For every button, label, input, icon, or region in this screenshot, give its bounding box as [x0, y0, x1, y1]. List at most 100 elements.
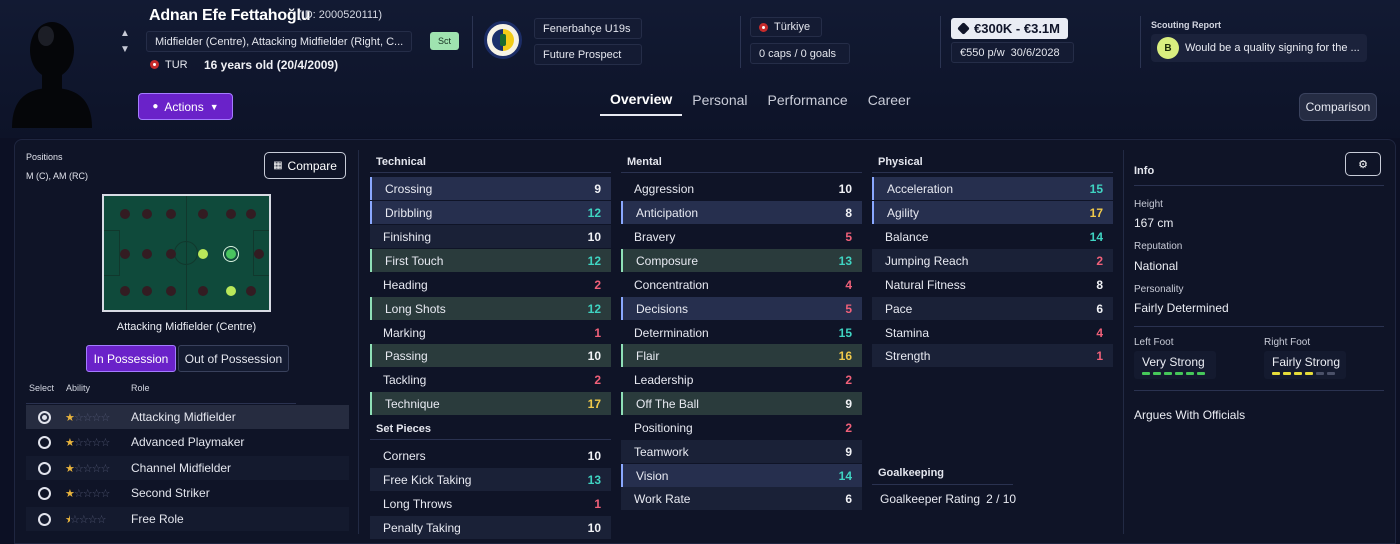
- attribute-name: Composure: [636, 253, 699, 268]
- divider: [358, 150, 359, 534]
- out-of-possession-toggle[interactable]: Out of Possession: [178, 345, 289, 372]
- scouting-report[interactable]: B Would be a quality signing for the ...: [1151, 34, 1367, 62]
- role-radio[interactable]: [38, 461, 51, 475]
- attribute-free-kick-taking[interactable]: Free Kick Taking 13: [370, 468, 611, 491]
- previous-player-chevron-up-icon[interactable]: ▲: [120, 28, 130, 39]
- attribute-crossing[interactable]: Crossing 9: [370, 177, 611, 200]
- attribute-decisions[interactable]: Decisions 5: [621, 297, 862, 320]
- attribute-value: 10: [587, 348, 601, 363]
- divider: [740, 16, 741, 68]
- position-dot-natural[interactable]: [198, 249, 208, 259]
- attribute-jumping-reach[interactable]: Jumping Reach 2: [872, 249, 1113, 272]
- attribute-technique[interactable]: Technique 17: [370, 392, 611, 415]
- position-dot[interactable]: [198, 286, 208, 296]
- position-dot[interactable]: [226, 209, 236, 219]
- role-radio[interactable]: [38, 435, 51, 449]
- attribute-agility[interactable]: Agility 17: [872, 201, 1113, 224]
- club-name[interactable]: Fenerbahçe U19s: [534, 18, 642, 39]
- attribute-flair[interactable]: Flair 16: [621, 344, 862, 367]
- in-possession-toggle[interactable]: In Possession: [86, 345, 176, 372]
- attribute-aggression[interactable]: Aggression 10: [621, 177, 862, 200]
- attribute-natural-fitness[interactable]: Natural Fitness 8: [872, 273, 1113, 296]
- attribute-passing[interactable]: Passing 10: [370, 344, 611, 367]
- role-row[interactable]: ★☆☆☆☆ Advanced Playmaker: [26, 430, 349, 454]
- attribute-work-rate[interactable]: Work Rate 6: [621, 487, 862, 510]
- club-crest-icon[interactable]: [484, 21, 522, 59]
- position-dot-accomplished[interactable]: [226, 286, 236, 296]
- compare-button[interactable]: ▦ Compare: [264, 152, 346, 179]
- attribute-stamina[interactable]: Stamina 4: [872, 321, 1113, 344]
- position-dot[interactable]: [142, 249, 152, 259]
- info-header: Info: [1134, 165, 1155, 177]
- attribute-value: 4: [1096, 325, 1103, 340]
- position-dot[interactable]: [120, 209, 130, 219]
- attribute-pace[interactable]: Pace 6: [872, 297, 1113, 320]
- position-dot[interactable]: [142, 209, 152, 219]
- attribute-off-the-ball[interactable]: Off The Ball 9: [621, 392, 862, 415]
- role-radio-selected[interactable]: [38, 410, 51, 424]
- left-foot-value: Very Strong: [1142, 355, 1205, 369]
- international-country[interactable]: Türkiye: [750, 17, 822, 37]
- position-dot[interactable]: [166, 209, 176, 219]
- position-dot[interactable]: [120, 249, 130, 259]
- reputation-label: Reputation: [1134, 241, 1183, 252]
- position-dot[interactable]: [198, 209, 208, 219]
- position-dot[interactable]: [254, 249, 264, 259]
- right-foot-value: Fairly Strong: [1272, 355, 1341, 369]
- position-dot[interactable]: [166, 286, 176, 296]
- role-radio[interactable]: [38, 486, 51, 500]
- position-dot[interactable]: [246, 209, 256, 219]
- attribute-teamwork[interactable]: Teamwork 9: [621, 440, 862, 463]
- attribute-long-shots[interactable]: Long Shots 12: [370, 297, 611, 320]
- attribute-corners[interactable]: Corners 10: [370, 444, 611, 467]
- position-dot[interactable]: [120, 286, 130, 296]
- attribute-value: 1: [1096, 348, 1103, 363]
- ability-stars: ★☆☆☆☆: [65, 487, 110, 500]
- info-options-icon[interactable]: ⚙: [1345, 152, 1381, 176]
- attribute-penalty-taking[interactable]: Penalty Taking 10: [370, 516, 611, 539]
- reputation-value: National: [1134, 259, 1179, 273]
- tab-career[interactable]: Career: [858, 84, 921, 116]
- attribute-name: Acceleration: [887, 181, 954, 196]
- sct-badge[interactable]: Sct: [430, 32, 459, 50]
- position-dot[interactable]: [142, 286, 152, 296]
- role-row[interactable]: ★☆☆☆☆ Second Striker: [26, 481, 349, 505]
- tab-personal[interactable]: Personal: [682, 84, 757, 116]
- attribute-balance[interactable]: Balance 14: [872, 225, 1113, 248]
- contract-end-text: 30/6/2028: [1010, 46, 1060, 59]
- attribute-concentration[interactable]: Concentration 4: [621, 273, 862, 296]
- actions-button[interactable]: ● Actions ▼: [138, 93, 233, 120]
- attribute-long-throws[interactable]: Long Throws 1: [370, 492, 611, 515]
- attribute-first-touch[interactable]: First Touch 12: [370, 249, 611, 272]
- position-dot-selected[interactable]: [226, 249, 236, 259]
- attribute-heading[interactable]: Heading 2: [370, 273, 611, 296]
- comparison-button[interactable]: Comparison: [1299, 93, 1377, 121]
- attribute-composure[interactable]: Composure 13: [621, 249, 862, 272]
- attribute-bravery[interactable]: Bravery 5: [621, 225, 862, 248]
- role-row[interactable]: ★☆☆☆☆ Channel Midfielder: [26, 456, 349, 480]
- attribute-determination[interactable]: Determination 15: [621, 321, 862, 344]
- right-foot-label: Right Foot: [1264, 337, 1311, 348]
- attribute-value: 2: [845, 372, 852, 387]
- attribute-anticipation[interactable]: Anticipation 8: [621, 201, 862, 224]
- attribute-acceleration[interactable]: Acceleration 15: [872, 177, 1113, 200]
- role-row[interactable]: ★☆☆☆☆ Attacking Midfielder: [26, 405, 349, 429]
- attribute-strength[interactable]: Strength 1: [872, 344, 1113, 367]
- attribute-vision[interactable]: Vision 14: [621, 464, 862, 487]
- position-dot[interactable]: [246, 286, 256, 296]
- attribute-positioning[interactable]: Positioning 2: [621, 416, 862, 439]
- position-dot[interactable]: [166, 249, 176, 259]
- player-trait[interactable]: Argues With Officials: [1134, 408, 1245, 422]
- role-radio[interactable]: [38, 512, 51, 526]
- tab-overview[interactable]: Overview: [600, 84, 683, 116]
- attribute-marking[interactable]: Marking 1: [370, 321, 611, 344]
- attribute-finishing[interactable]: Finishing 10: [370, 225, 611, 248]
- role-row[interactable]: ★☆☆☆☆ Free Role: [26, 507, 349, 531]
- player-header: ▲ ▼ Adnan Efe Fettahoğlu (ID: 2000520111…: [0, 0, 1400, 138]
- attribute-leadership[interactable]: Leadership 2: [621, 368, 862, 391]
- scouting-grade-badge: B: [1157, 37, 1179, 59]
- tab-performance[interactable]: Performance: [758, 84, 858, 116]
- attribute-dribbling[interactable]: Dribbling 12: [370, 201, 611, 224]
- next-player-chevron-down-icon[interactable]: ▼: [120, 44, 130, 55]
- attribute-tackling[interactable]: Tackling 2: [370, 368, 611, 391]
